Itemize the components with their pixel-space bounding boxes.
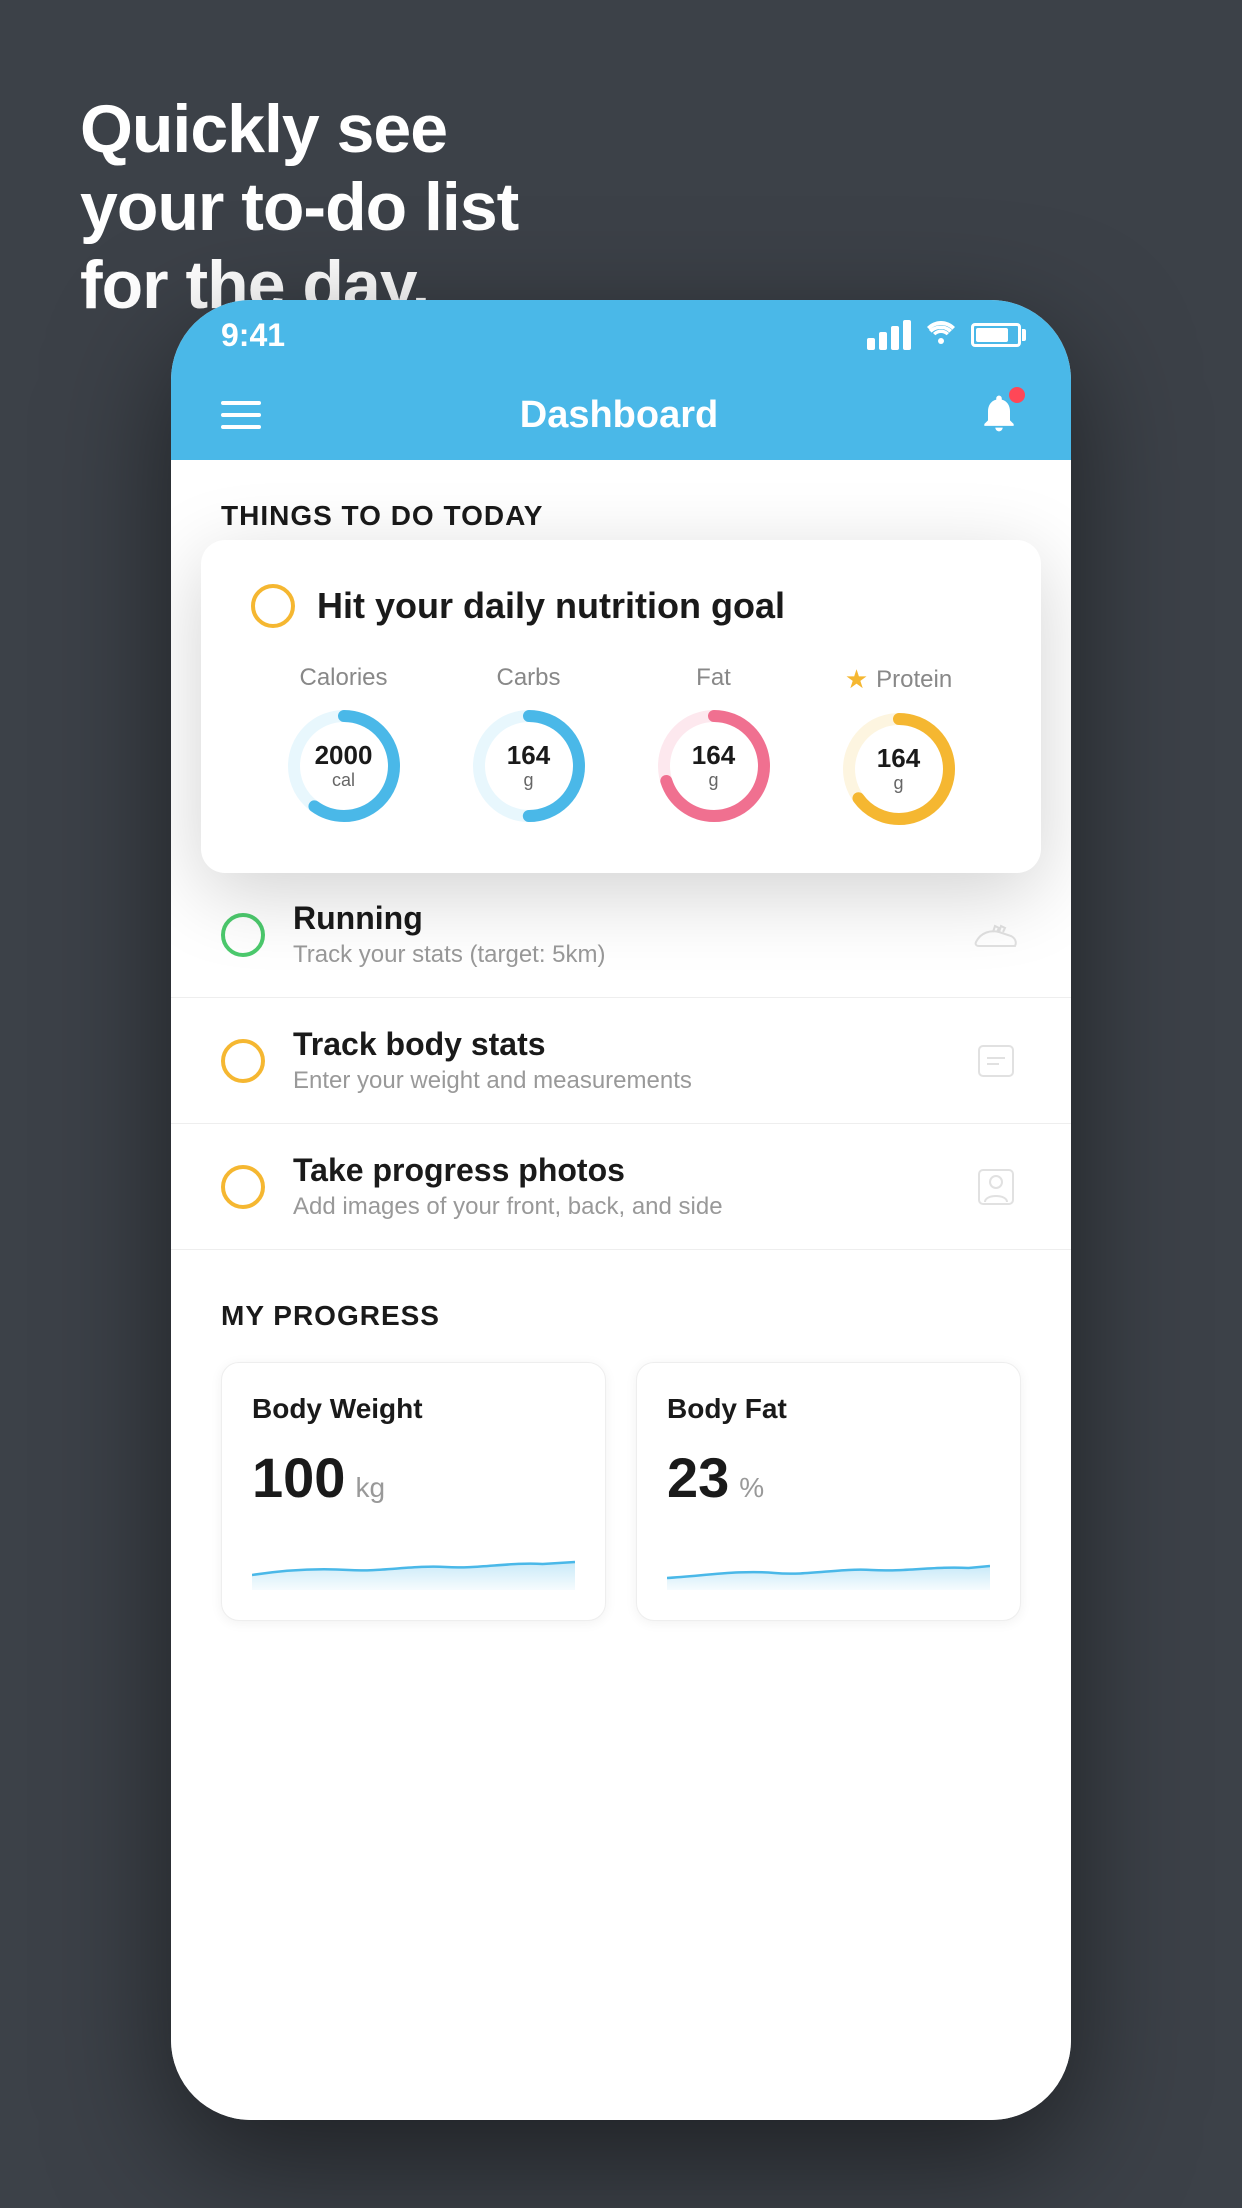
running-sub: Track your stats (target: 5km) bbox=[293, 941, 943, 969]
calories-label: Calories bbox=[299, 664, 387, 692]
fat-donut: 164 g bbox=[654, 706, 774, 826]
todo-item-photos[interactable]: Take progress photos Add images of your … bbox=[171, 1124, 1071, 1250]
nutrition-row: Calories 2000 cal Carbs bbox=[251, 664, 991, 829]
carbs-label: Carbs bbox=[496, 664, 560, 692]
progress-cards: Body Weight 100 kg bbox=[221, 1362, 1021, 1621]
nutrition-fat: Fat 164 g bbox=[654, 664, 774, 826]
card-title: Hit your daily nutrition goal bbox=[317, 585, 785, 627]
body-fat-card: Body Fat 23 % bbox=[636, 1362, 1021, 1621]
todo-item-body-stats[interactable]: Track body stats Enter your weight and m… bbox=[171, 998, 1071, 1124]
body-fat-sparkline bbox=[667, 1540, 990, 1590]
scale-icon bbox=[971, 1036, 1021, 1086]
protein-label: Protein bbox=[876, 666, 952, 694]
body-fat-title: Body Fat bbox=[667, 1393, 990, 1425]
nutrition-card: Hit your daily nutrition goal Calories 2… bbox=[201, 540, 1041, 873]
photos-radio[interactable] bbox=[221, 1165, 265, 1209]
running-text: Running Track your stats (target: 5km) bbox=[293, 900, 943, 969]
photos-sub: Add images of your front, back, and side bbox=[293, 1193, 943, 1221]
wifi-icon bbox=[925, 319, 957, 352]
body-fat-unit: % bbox=[739, 1472, 764, 1504]
card-radio-button[interactable] bbox=[251, 584, 295, 628]
body-weight-card: Body Weight 100 kg bbox=[221, 1362, 606, 1621]
calories-donut: 2000 cal bbox=[284, 706, 404, 826]
content-area: THINGS TO DO TODAY Hit your daily nutrit… bbox=[171, 460, 1071, 2120]
calories-unit: cal bbox=[315, 770, 373, 791]
todo-item-running[interactable]: Running Track your stats (target: 5km) bbox=[171, 872, 1071, 998]
body-weight-title: Body Weight bbox=[252, 1393, 575, 1425]
progress-section: MY PROGRESS Body Weight 100 kg bbox=[171, 1250, 1071, 1651]
star-icon: ★ bbox=[845, 664, 868, 695]
progress-title: MY PROGRESS bbox=[221, 1300, 1021, 1332]
fat-value: 164 bbox=[692, 741, 735, 770]
status-time: 9:41 bbox=[221, 317, 285, 354]
protein-label-row: ★ Protein bbox=[845, 664, 952, 695]
signal-icon bbox=[867, 320, 911, 350]
notification-dot bbox=[1009, 387, 1025, 403]
nutrition-protein: ★ Protein 164 g bbox=[839, 664, 959, 829]
body-fat-value: 23 bbox=[667, 1445, 729, 1510]
running-name: Running bbox=[293, 900, 943, 937]
body-stats-name: Track body stats bbox=[293, 1026, 943, 1063]
photos-name: Take progress photos bbox=[293, 1152, 943, 1189]
body-stats-sub: Enter your weight and measurements bbox=[293, 1067, 943, 1095]
body-weight-unit: kg bbox=[355, 1472, 385, 1504]
nav-bar: Dashboard bbox=[171, 370, 1071, 460]
hero-text: Quickly see your to-do list for the day. bbox=[80, 90, 518, 325]
protein-unit: g bbox=[877, 773, 920, 794]
status-icons bbox=[867, 319, 1021, 352]
body-stats-radio[interactable] bbox=[221, 1039, 265, 1083]
card-title-row: Hit your daily nutrition goal bbox=[251, 584, 991, 628]
body-weight-value-row: 100 kg bbox=[252, 1445, 575, 1510]
body-fat-value-row: 23 % bbox=[667, 1445, 990, 1510]
nav-title: Dashboard bbox=[520, 394, 718, 437]
photos-text: Take progress photos Add images of your … bbox=[293, 1152, 943, 1221]
shoe-icon bbox=[971, 910, 1021, 960]
fat-unit: g bbox=[692, 770, 735, 791]
protein-donut: 164 g bbox=[839, 709, 959, 829]
running-radio[interactable] bbox=[221, 913, 265, 957]
battery-icon bbox=[971, 323, 1021, 347]
calories-value: 2000 bbox=[315, 741, 373, 770]
body-weight-value: 100 bbox=[252, 1445, 345, 1510]
hamburger-menu[interactable] bbox=[221, 401, 261, 429]
carbs-value: 164 bbox=[507, 741, 550, 770]
carbs-donut: 164 g bbox=[469, 706, 589, 826]
fat-label: Fat bbox=[696, 664, 731, 692]
protein-value: 164 bbox=[877, 744, 920, 773]
status-bar: 9:41 bbox=[171, 300, 1071, 370]
carbs-unit: g bbox=[507, 770, 550, 791]
body-weight-sparkline bbox=[252, 1540, 575, 1590]
body-stats-text: Track body stats Enter your weight and m… bbox=[293, 1026, 943, 1095]
notification-bell[interactable] bbox=[977, 391, 1021, 440]
person-icon bbox=[971, 1162, 1021, 1212]
section-header: THINGS TO DO TODAY bbox=[171, 460, 1071, 552]
nutrition-calories: Calories 2000 cal bbox=[284, 664, 404, 826]
phone-shell: 9:41 Dashb bbox=[171, 300, 1071, 2120]
nutrition-carbs: Carbs 164 g bbox=[469, 664, 589, 826]
todo-list: Running Track your stats (target: 5km) T… bbox=[171, 872, 1071, 1250]
